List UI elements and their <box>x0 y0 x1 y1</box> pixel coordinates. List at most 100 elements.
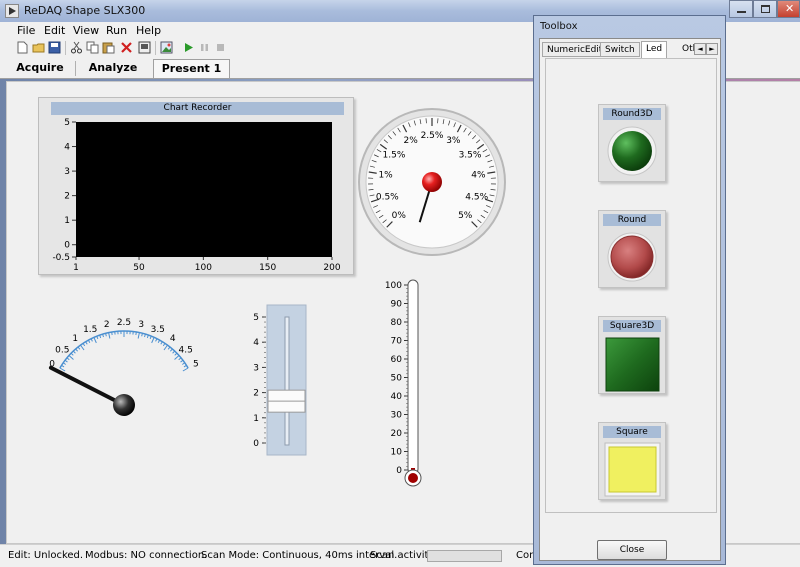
meter-tick <box>111 331 113 336</box>
minimize-button[interactable] <box>729 0 753 18</box>
toolbox-tab-led[interactable]: Led <box>641 41 668 58</box>
stop-icon[interactable] <box>214 41 227 54</box>
thermometer[interactable]: 1009080706050403020100 <box>385 276 435 491</box>
window-title: ReDAQ Shape SLX300 <box>24 4 146 17</box>
meter-tick <box>149 336 152 340</box>
vertical-slider[interactable]: 5 4 3 2 1 0 <box>248 300 310 460</box>
chart-x-tick-label: 150 <box>259 263 276 273</box>
pause-icon[interactable] <box>198 41 211 54</box>
image-icon[interactable] <box>160 41 173 54</box>
run-icon[interactable] <box>182 41 195 54</box>
led-palette: Round3D Round Square3D Square <box>545 58 717 513</box>
meter-tick <box>68 355 74 360</box>
meter-tick <box>96 336 99 340</box>
maximize-button[interactable] <box>753 0 777 18</box>
led-square-icon <box>604 442 661 497</box>
thermometer-bulb <box>408 473 418 483</box>
menu-file[interactable]: File <box>17 24 35 37</box>
meter-tick <box>157 339 161 344</box>
close-window-button[interactable]: ✕ <box>777 0 800 18</box>
percent-gauge[interactable]: 0% 0.5% 1% 1.5% 2%2.5%3% 3.5% 4% 4.5% 5% <box>357 108 507 256</box>
chart-plot-area <box>76 122 332 257</box>
meter-tick <box>80 344 85 351</box>
led-round3d-item[interactable]: Round3D <box>598 104 666 182</box>
meter-tick <box>85 341 88 345</box>
meter-tick <box>61 364 65 368</box>
toolbox-tab-numericedit[interactable]: NumericEdit <box>542 42 608 57</box>
meter-tick <box>137 332 140 339</box>
meter-tick <box>172 350 176 354</box>
app-icon <box>5 4 19 18</box>
meter-tick <box>163 344 168 351</box>
meter-tick <box>72 350 76 354</box>
meter-tick <box>135 331 137 336</box>
tab-scroll-left-icon[interactable]: ◄ <box>694 43 706 55</box>
meter-tick <box>64 359 68 363</box>
meter-tick <box>174 355 180 360</box>
thermometer-tick-label: 20 <box>391 429 403 439</box>
meter-tick <box>160 341 163 345</box>
open-icon[interactable] <box>32 41 45 54</box>
meter-needle <box>48 365 126 407</box>
meter-tick-label: 5 <box>193 360 199 370</box>
gauge-tick-label: 4% <box>471 171 486 181</box>
thermometer-tick-label: 40 <box>391 392 403 402</box>
gauge-tick-label: 3% <box>446 136 461 146</box>
meter-tick-label: 3 <box>138 320 144 330</box>
tab-acquire[interactable]: Acquire <box>8 59 72 78</box>
tab-present-1[interactable]: Present 1 <box>153 59 230 78</box>
gauge-tick-label: 5% <box>458 211 473 221</box>
new-icon[interactable] <box>16 41 29 54</box>
meter-tick <box>170 348 173 352</box>
meter-tick <box>87 339 91 344</box>
chart-x-tick-label: 200 <box>323 263 340 273</box>
meter-tick <box>77 346 81 350</box>
chart-x-tick-label: 1 <box>73 263 79 273</box>
gauge-tick-label: 0.5% <box>376 193 399 203</box>
cut-icon[interactable] <box>70 41 83 54</box>
meter-tick <box>90 338 93 342</box>
toolbox-tab-switch[interactable]: Switch <box>600 42 640 57</box>
led-round3d-icon <box>607 126 657 176</box>
meter-hub <box>113 394 135 416</box>
toolbox-close-button[interactable]: Close <box>597 540 667 560</box>
meter-tick <box>155 338 158 342</box>
delete-icon[interactable] <box>120 41 133 54</box>
meter-tick <box>66 357 70 361</box>
menu-help[interactable]: Help <box>136 24 161 37</box>
menu-view[interactable]: View <box>73 24 99 37</box>
paste-icon[interactable] <box>102 41 115 54</box>
tab-separator <box>75 61 76 76</box>
gauge-tick-label: 2.5% <box>421 131 444 141</box>
chart-y-tick-label: 1 <box>64 216 70 226</box>
chart-recorder-plot: 543210-0.5 1 50 100 150 200 <box>52 118 340 273</box>
menu-edit[interactable]: Edit <box>44 24 65 37</box>
led-round-item[interactable]: Round <box>598 210 666 288</box>
status-modbus: Modbus: NO connection. <box>85 550 208 561</box>
tab-scroll-right-icon[interactable]: ► <box>706 43 718 55</box>
thermometer-tick-label: 100 <box>385 281 402 291</box>
chart-y-tick-label: 2 <box>64 192 70 202</box>
slider-thumb[interactable] <box>267 389 306 413</box>
gauge-tick-label: 0% <box>392 211 407 221</box>
tab-analyze[interactable]: Analyze <box>80 59 146 78</box>
gauge-hub <box>422 172 442 192</box>
slider-tick-label: 2 <box>253 389 259 399</box>
menu-run[interactable]: Run <box>106 24 127 37</box>
chart-recorder-panel[interactable]: Chart Recorder 5 4 3 2 1 0 -0.5 1 50 100 150 200 <box>38 97 354 275</box>
gauge-tick-label: 2% <box>404 136 419 146</box>
led-square-item[interactable]: Square <box>598 422 666 500</box>
led-square3d-item[interactable]: Square3D <box>598 316 666 394</box>
arc-meter[interactable]: 00.511.52 2.5 33.544.55 <box>30 300 220 430</box>
toolbox-window[interactable]: Toolbox NumericEdit Switch Led Oth ◄ ► R… <box>533 15 726 565</box>
chart-y-tick-label: 4 <box>64 143 70 153</box>
save-icon[interactable] <box>48 41 61 54</box>
print-icon[interactable] <box>138 41 151 54</box>
maximize-icon <box>761 5 770 13</box>
meter-tick <box>167 346 171 350</box>
meter-tick <box>178 357 182 361</box>
copy-icon[interactable] <box>86 41 99 54</box>
thermometer-tick-label: 60 <box>391 355 403 365</box>
gauge-tick-label: 3.5% <box>459 150 482 160</box>
meter-tick <box>182 362 186 365</box>
